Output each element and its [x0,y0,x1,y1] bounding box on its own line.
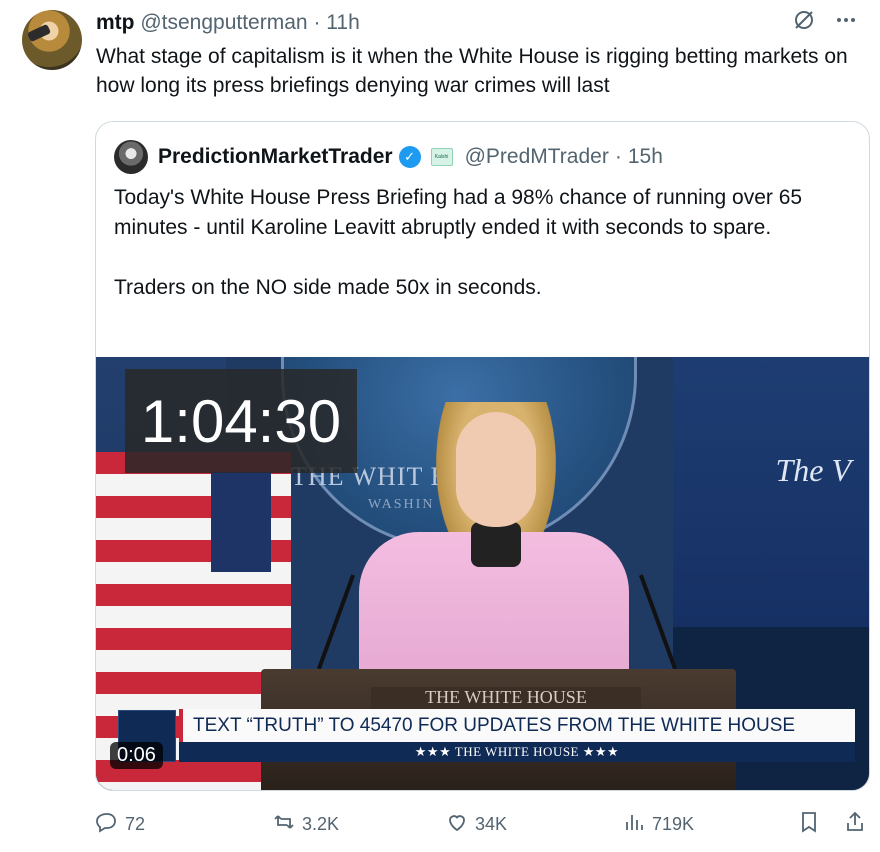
quoted-tweet-time[interactable]: 15h [628,144,663,170]
flag-canton [211,472,271,572]
author-name[interactable]: mtp [96,11,135,34]
repost-icon [272,810,296,839]
speaker-face [456,412,536,527]
news-ticker-sub: ★★★ THE WHITE HOUSE ★★★ [179,742,855,762]
right-screen-text: The V [775,452,851,488]
author-handle[interactable]: @tsengputterman [140,11,307,34]
views-icon [622,810,646,839]
video-player[interactable]: THE WHIT E WASHIN The V THE WHITE HOUSE … [96,357,869,790]
quoted-meta-separator: · [614,145,622,168]
quoted-tweet-header: PredictionMarketTrader ✓ Kalshi @PredMTr… [158,144,663,170]
speaker-collar [471,522,521,567]
share-icon [843,810,867,839]
tweet-time[interactable]: 11h [326,11,359,34]
tweet-header: mtp @tsengputterman · 11h [96,10,360,36]
quoted-author-avatar[interactable] [114,140,148,174]
like-count: 34K [475,814,508,834]
repost-button[interactable]: 3.2K [272,810,339,839]
meta-separator: · [313,11,321,34]
reply-count: 72 [125,814,146,834]
quoted-paragraph-2: Traders on the NO side made 50x in secon… [114,276,542,299]
quoted-tweet-text: Today's White House Press Briefing had a… [114,183,854,303]
more-icon[interactable] [834,8,858,38]
tweet-text: What stage of capitalism is it when the … [96,45,848,97]
views-count: 719K [652,814,695,834]
author-avatar[interactable] [22,10,82,70]
seal-subtext: WASHIN [368,497,435,512]
microphone-right [639,574,677,670]
microphone-left [317,574,355,670]
quoted-author-name[interactable]: PredictionMarketTrader [158,144,393,170]
like-button[interactable]: 34K [445,810,507,839]
bookmark-icon [797,810,821,839]
news-ticker: TEXT “TRUTH” TO 45470 FOR UPDATES FROM T… [179,709,855,742]
reply-button[interactable]: 72 [95,810,145,839]
tweet-actions: 72 3.2K 34K 719K [95,810,870,840]
quoted-paragraph-1: Today's White House Press Briefing had a… [114,186,803,239]
verified-badge-icon: ✓ [398,146,421,168]
reply-icon [95,810,119,839]
tweet-top-icons [792,8,858,38]
bookmark-button[interactable] [797,810,821,839]
repost-count: 3.2K [302,814,340,834]
share-button[interactable] [843,810,867,839]
quoted-tweet[interactable]: PredictionMarketTrader ✓ Kalshi @PredMTr… [95,121,870,791]
backdrop-right-screen [673,357,869,627]
quoted-author-handle[interactable]: @PredMTrader [465,144,609,170]
affiliate-badge-icon: Kalshi [430,148,453,166]
timer-overlay: 1:04:30 [125,369,357,473]
views-button[interactable]: 719K [622,810,694,839]
grok-icon[interactable] [792,8,816,38]
heart-icon [445,810,469,839]
video-duration-badge: 0:06 [110,742,163,769]
